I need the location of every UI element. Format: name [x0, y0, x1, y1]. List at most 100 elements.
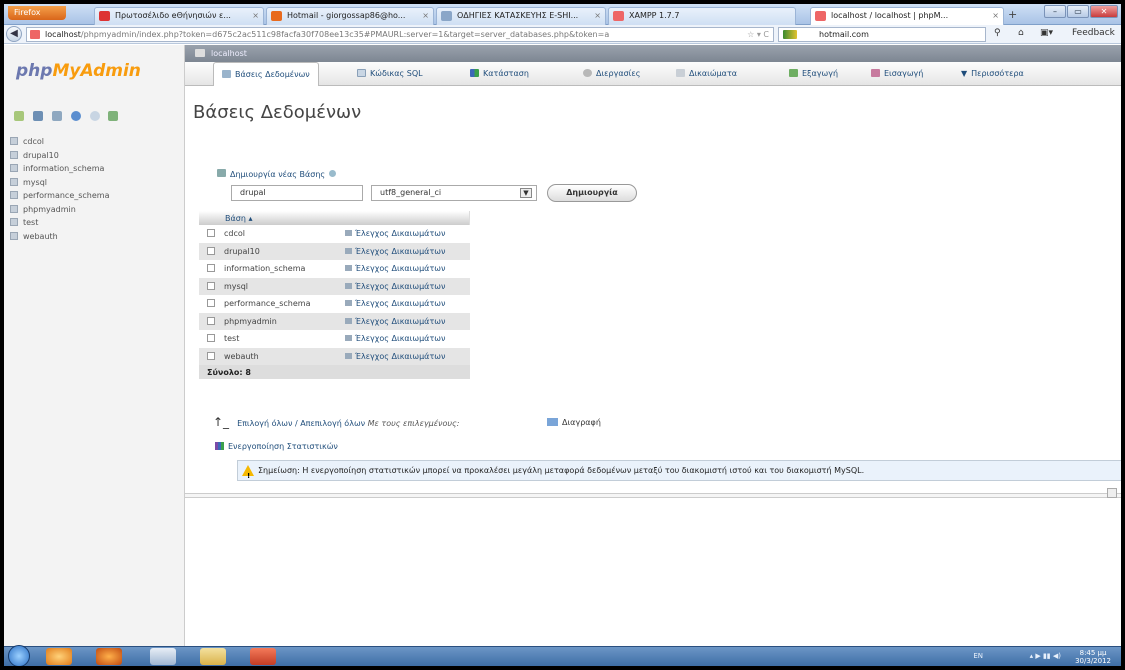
tab-sql[interactable]: Κώδικας SQL [357, 62, 423, 86]
db-name-link[interactable]: performance_schema [224, 299, 311, 308]
firefox-menu-button[interactable]: Firefox [8, 6, 66, 20]
row-checkbox[interactable] [207, 316, 215, 325]
privileges-cell[interactable]: Έλεγχος Δικαιωμάτων [339, 347, 470, 365]
tab-processes[interactable]: Διεργασίες [583, 62, 640, 86]
window-close-button[interactable]: ✕ [1090, 5, 1118, 18]
server-breadcrumb[interactable]: localhost [185, 45, 1121, 62]
privileges-cell[interactable]: Έλεγχος Δικαιωμάτων [339, 277, 470, 295]
close-icon[interactable]: × [252, 8, 259, 24]
url-bar[interactable]: localhost/phpmyadmin/index.php?token=d67… [26, 27, 774, 42]
create-db-button[interactable]: Δημιουργία [547, 184, 637, 202]
privileges-cell[interactable]: Έλεγχος Δικαιωμάτων [339, 242, 470, 260]
maximize-button[interactable]: ▭ [1067, 5, 1089, 18]
browser-tab-instructions[interactable]: ΟΔΗΓΙΕΣ ΚΑΤΑΣΚΕΥΗΣ E-SHI... × [436, 7, 606, 25]
db-name-link[interactable]: drupal10 [224, 247, 260, 256]
row-checkbox[interactable] [207, 351, 215, 360]
tab-more[interactable]: ▼ Περισσότερα [961, 62, 1024, 86]
back-button[interactable]: ◀ [6, 26, 22, 42]
row-checkbox[interactable] [207, 334, 215, 343]
sidebar-db-item[interactable]: drupal10 [10, 150, 110, 165]
feedback-button[interactable]: Feedback [1072, 28, 1115, 38]
check-privileges-link[interactable]: Έλεγχος Δικαιωμάτων [355, 229, 445, 238]
tab-label: Κατάσταση [483, 69, 529, 78]
row-checkbox[interactable] [207, 246, 215, 255]
check-privileges-link[interactable]: Έλεγχος Δικαιωμάτων [355, 247, 445, 256]
privileges-cell[interactable]: Έλεγχος Δικαιωμάτων [339, 225, 470, 243]
db-name-link[interactable]: webauth [224, 352, 259, 361]
home-icon[interactable]: ⌂ [1018, 28, 1024, 38]
tab-import[interactable]: Εισαγωγή [871, 62, 923, 86]
sidebar-db-label: information_schema [23, 164, 105, 173]
search-bar[interactable]: hotmail.com [778, 27, 986, 42]
sidebar-db-item[interactable]: performance_schema [10, 191, 110, 205]
db-name-link[interactable]: test [224, 334, 239, 343]
close-icon[interactable]: × [594, 8, 601, 24]
privileges-cell[interactable]: Έλεγχος Δικαιωμάτων [339, 312, 470, 330]
check-privileges-link[interactable]: Έλεγχος Δικαιωμάτων [355, 334, 445, 343]
home-icon[interactable] [14, 111, 24, 121]
close-icon[interactable]: × [422, 8, 429, 24]
close-icon[interactable]: × [992, 8, 999, 24]
reload-icon[interactable] [108, 111, 119, 121]
db-name-link[interactable]: phpmyadmin [224, 317, 277, 326]
db-name-link[interactable]: cdcol [224, 229, 245, 238]
new-db-name-input[interactable]: drupal [231, 185, 363, 201]
bookmark-star-icon[interactable]: ☆ ▾ C [747, 28, 769, 41]
tray-icons[interactable]: ▴ ▶ ▮▮ ◀) [1030, 652, 1061, 660]
query-window-icon[interactable] [51, 111, 62, 121]
scroll-button[interactable] [1107, 488, 1117, 498]
check-privileges-link[interactable]: Έλεγχος Δικαιωμάτων [355, 282, 445, 291]
row-checkbox[interactable] [207, 229, 215, 238]
media-player-icon[interactable] [46, 648, 72, 665]
sidebar-db-item[interactable]: webauth [10, 231, 110, 246]
sidebar-db-item[interactable]: test [10, 218, 110, 232]
folder-icon[interactable] [200, 648, 226, 665]
firefox-taskbar-icon[interactable] [96, 648, 122, 665]
table-header-database[interactable]: Βάση ▴ [199, 211, 470, 225]
privileges-cell[interactable]: Έλεγχος Δικαιωμάτων [339, 330, 470, 348]
sidebar-db-item[interactable]: phpmyadmin [10, 204, 110, 219]
phpmyadmin-logo[interactable]: phpMyAdmin [16, 61, 141, 81]
privileges-cell[interactable]: Έλεγχος Δικαιωμάτων [339, 260, 470, 278]
db-name-link[interactable]: information_schema [224, 264, 305, 273]
check-privileges-link[interactable]: Έλεγχος Δικαιωμάτων [355, 264, 445, 273]
db-name-cell: cdcol [199, 225, 339, 243]
minimize-button[interactable]: – [1044, 5, 1066, 18]
help-icon[interactable] [89, 111, 100, 121]
language-indicator[interactable]: EN [973, 652, 983, 660]
sidebar-db-item[interactable]: information_schema [10, 164, 110, 178]
db-name-link[interactable]: mysql [224, 282, 248, 291]
sidebar-db-item[interactable]: cdcol [10, 137, 110, 151]
start-button[interactable] [8, 645, 30, 666]
tab-export[interactable]: Εξαγωγή [789, 62, 838, 86]
row-checkbox[interactable] [207, 281, 215, 290]
xampp-taskbar-icon[interactable] [250, 648, 276, 665]
docs-icon[interactable] [70, 111, 81, 121]
row-checkbox[interactable] [207, 299, 215, 308]
check-privileges-link[interactable]: Έλεγχος Δικαιωμάτων [355, 299, 445, 308]
delete-button[interactable]: Διαγραφή [547, 418, 601, 427]
browser-tab-news[interactable]: Πρωτοσέλιδο eΘήνησιών ε... × [94, 7, 264, 25]
tab-privileges[interactable]: Δικαιώματα [676, 62, 737, 86]
browser-tab-phpmyadmin[interactable]: localhost / localhost | phpM... × [810, 7, 1004, 25]
check-privileges-link[interactable]: Έλεγχος Δικαιωμάτων [355, 317, 445, 326]
privileges-cell[interactable]: Έλεγχος Δικαιωμάτων [339, 295, 470, 313]
new-tab-button[interactable]: + [1008, 8, 1022, 22]
addon-icon[interactable]: ▣▾ [1040, 28, 1053, 38]
row-checkbox[interactable] [207, 264, 215, 273]
sidebar-db-item[interactable]: mysql [10, 177, 110, 192]
clock[interactable]: 8:45 μμ 30/3/2012 [1075, 649, 1111, 665]
help-icon[interactable] [329, 170, 337, 177]
tab-databases[interactable]: Βάσεις Δεδομένων [213, 62, 319, 86]
check-privileges-link[interactable]: Έλεγχος Δικαιωμάτων [355, 352, 445, 361]
check-all-link[interactable]: Επιλογή όλων / Απεπιλογή όλων [237, 419, 365, 428]
collation-select[interactable]: utf8_general_ci ▼ [371, 185, 537, 201]
search-icon[interactable]: ⚲ [994, 28, 1001, 38]
page-title: Βάσεις Δεδομένων [193, 102, 362, 123]
enable-statistics-link[interactable]: Ενεργοποίηση Στατιστικών [215, 442, 338, 451]
explorer-window-icon[interactable] [150, 648, 176, 665]
browser-tab-xampp[interactable]: XAMPP 1.7.7 [608, 7, 796, 25]
tab-status[interactable]: Κατάσταση [470, 62, 529, 86]
browser-tab-hotmail[interactable]: Hotmail - giorgossap86@ho... × [266, 7, 434, 25]
logout-icon[interactable] [32, 111, 43, 121]
